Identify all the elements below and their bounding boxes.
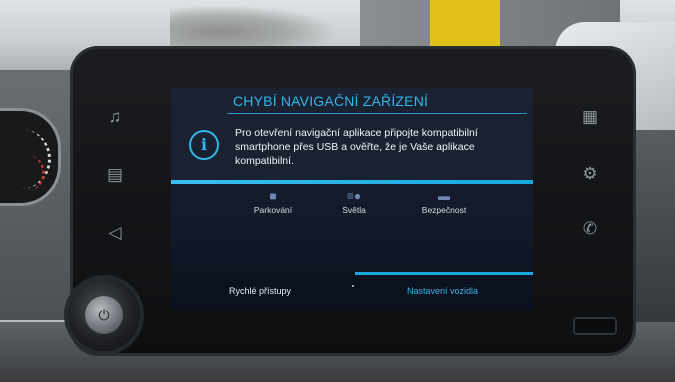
parking-icon: ■ xyxy=(269,189,277,203)
usb-slot xyxy=(573,317,617,335)
power-button[interactable]: ⏻ xyxy=(85,296,123,334)
tab-separator xyxy=(352,285,354,287)
active-tab-indicator xyxy=(355,272,533,275)
dialog-message: Pro otevření navigační aplikace připojte… xyxy=(235,127,478,167)
tile-label: Parkování xyxy=(253,205,293,215)
trees xyxy=(170,5,340,50)
title-underline xyxy=(227,113,527,114)
error-dialog: CHYBÍ NAVIGAČNÍ ZAŘÍZENÍ i Pro otevření … xyxy=(171,88,533,184)
settings-gear-icon[interactable]: ⚙ xyxy=(579,163,601,185)
dialog-title: CHYBÍ NAVIGAČNÍ ZAŘÍZENÍ xyxy=(233,93,429,109)
info-icon: i xyxy=(189,130,219,160)
yellow-sign xyxy=(430,0,500,48)
instrument-gauge xyxy=(0,108,61,206)
tile-parking[interactable]: ■ Parkování xyxy=(243,190,303,215)
safety-icon: ▬ xyxy=(438,189,450,203)
tab-vehicle-settings[interactable]: Nastavení vozidla xyxy=(407,286,478,296)
power-icon: ⏻ xyxy=(98,307,110,323)
music-icon[interactable]: ♫ xyxy=(104,106,126,128)
tile-label: Světla xyxy=(342,205,366,215)
bottom-tab-bar: Rychlé přístupy Nastavení vozidla xyxy=(171,272,533,310)
dialog-bottom-bar xyxy=(171,180,533,184)
car-icon[interactable]: ▤ xyxy=(104,164,126,186)
phone-icon[interactable]: ✆ xyxy=(579,218,601,240)
apps-grid-icon[interactable]: ▦ xyxy=(579,106,601,128)
volume-knob[interactable]: ⏻ xyxy=(68,279,140,351)
lights-icon: ≡● xyxy=(346,189,362,203)
tab-quick-access[interactable]: Rychlé přístupy xyxy=(229,286,291,296)
touchscreen: CHYBÍ NAVIGAČNÍ ZAŘÍZENÍ i Pro otevření … xyxy=(171,88,533,310)
tile-safety[interactable]: ▬ Bezpečnost xyxy=(411,190,477,215)
navigation-icon[interactable]: ◁ xyxy=(104,222,126,244)
tile-label: Bezpečnost xyxy=(421,205,467,215)
tile-lights[interactable]: ≡● Světla xyxy=(329,190,379,215)
